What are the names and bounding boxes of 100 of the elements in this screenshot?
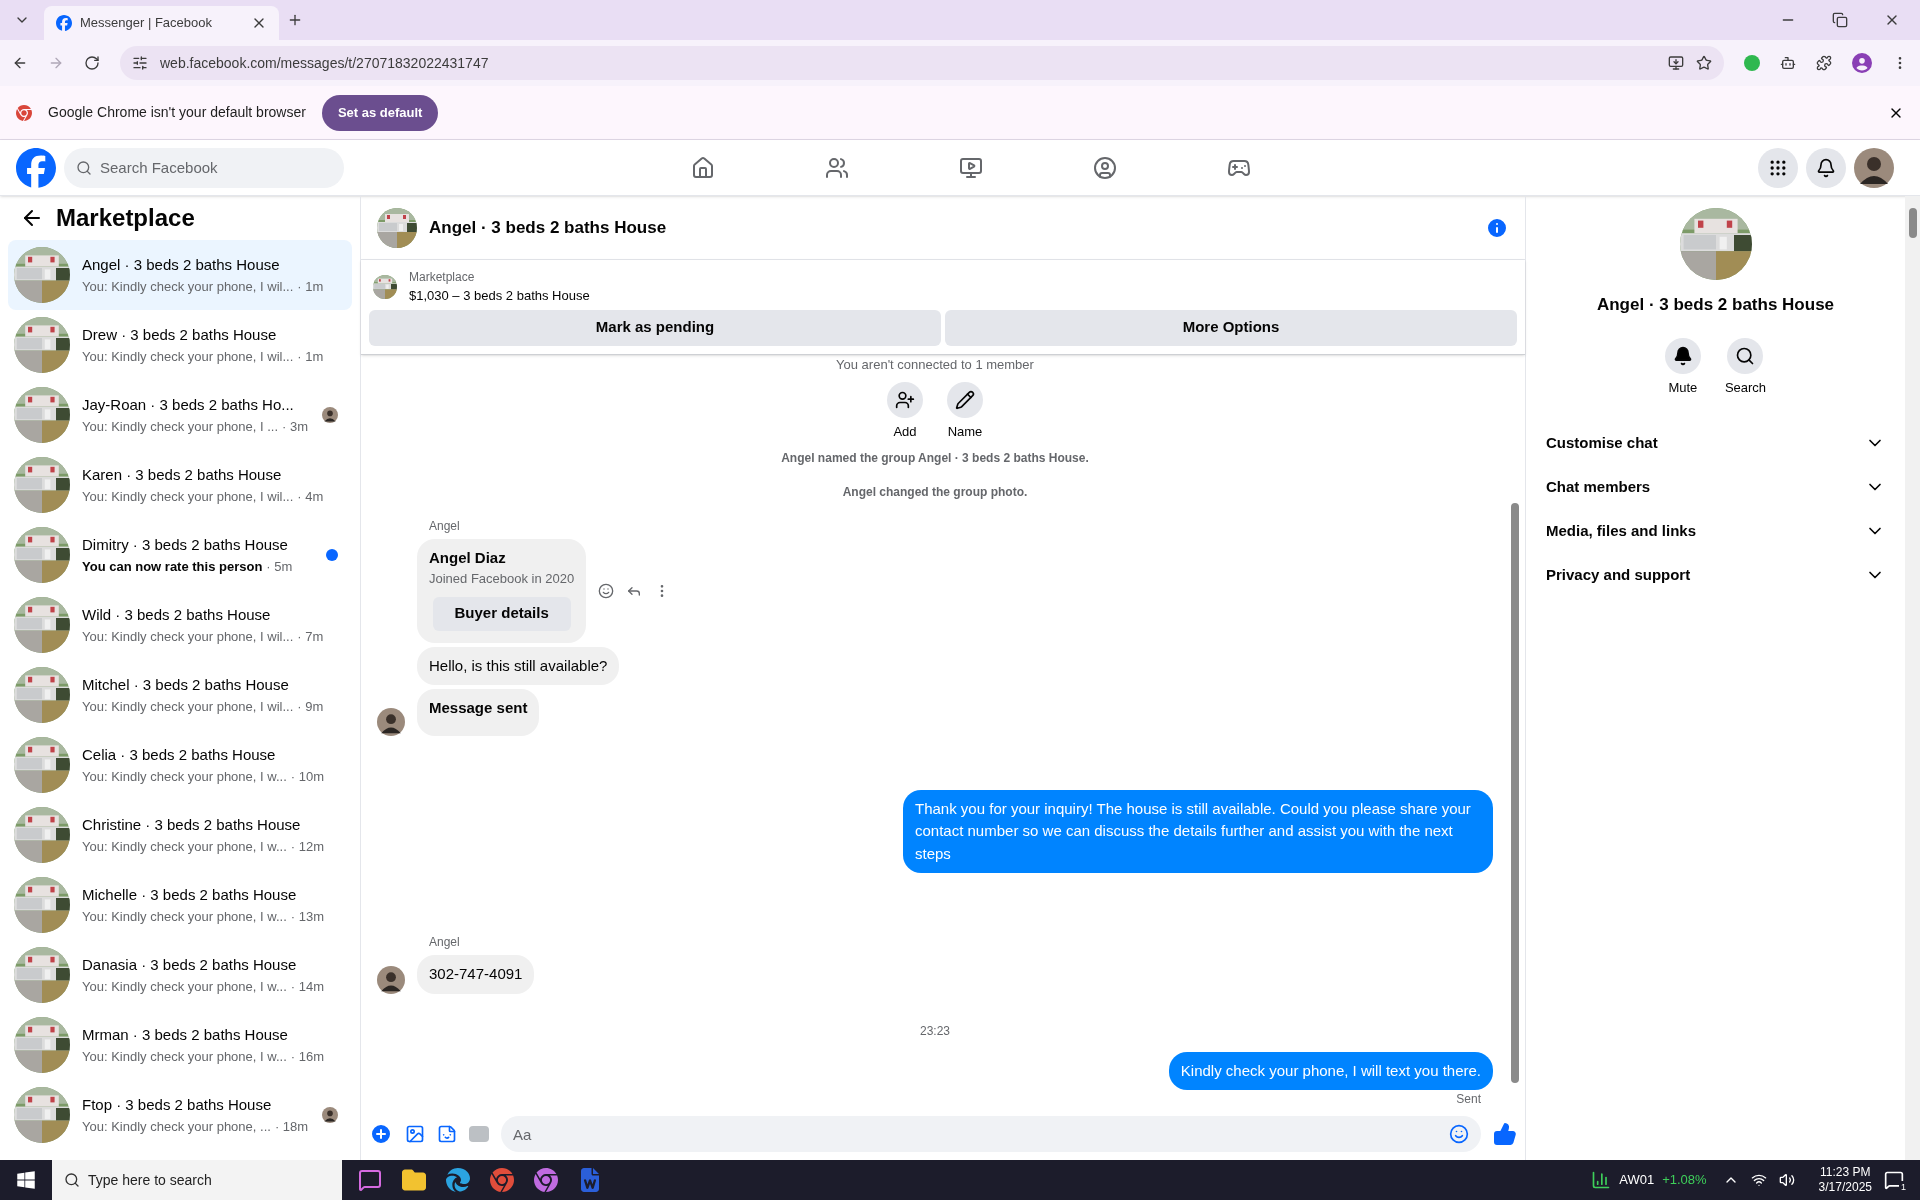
home-icon[interactable] bbox=[691, 155, 715, 180]
conversation-name: Dimitry · 3 beds 2 baths House bbox=[82, 535, 289, 555]
new-tab-icon[interactable] bbox=[287, 12, 303, 28]
profile-icon[interactable] bbox=[1852, 53, 1872, 73]
conversation-item[interactable]: Michelle · 3 beds 2 baths House You: Kindly check your phone, I w... · 13m bbox=[8, 870, 352, 940]
search-icon bbox=[76, 159, 92, 176]
listing-title: $1,030 – 3 beds 2 baths House bbox=[409, 287, 590, 305]
conversation-preview: You can now rate this person bbox=[82, 557, 263, 576]
conversation-item[interactable]: Dimitry · 3 beds 2 baths House You can now rate this person · 5m bbox=[8, 520, 352, 590]
panel-section[interactable]: Media, files and links bbox=[1538, 509, 1893, 553]
scrollbar[interactable] bbox=[1511, 503, 1519, 1083]
sender-avatar bbox=[377, 965, 405, 994]
scrollbar[interactable] bbox=[1908, 208, 1917, 238]
extensions-icon[interactable] bbox=[1816, 55, 1832, 71]
emoji-icon[interactable] bbox=[1449, 1124, 1469, 1144]
conversation-name: Christine · 3 beds 2 baths House bbox=[82, 815, 302, 835]
conversation-preview: You: Kindly check your phone, I wil... bbox=[82, 487, 294, 506]
conversation-name: Wild · 3 beds 2 baths House bbox=[82, 605, 272, 625]
chrome-icon[interactable] bbox=[490, 1168, 514, 1192]
buyer-name: Angel Diaz bbox=[429, 547, 507, 568]
listing-label: Marketplace bbox=[409, 269, 476, 286]
search-icon bbox=[1735, 345, 1756, 366]
notifications-button[interactable] bbox=[1806, 147, 1846, 188]
conversation-name: Celia · 3 beds 2 baths House bbox=[82, 745, 277, 765]
restore-icon[interactable] bbox=[1832, 12, 1848, 28]
stock-chart-icon bbox=[1591, 1170, 1612, 1190]
bell-icon bbox=[1816, 157, 1836, 178]
conversation-time: · 7m bbox=[297, 627, 324, 646]
conversation-preview: You: Kindly check your phone, I w... bbox=[82, 837, 287, 856]
message-field[interactable]: Aa bbox=[501, 1116, 1481, 1152]
conversation-item[interactable]: Karen · 3 beds 2 baths House You: Kindly check your phone, I wil... · 4m bbox=[8, 450, 352, 520]
conversation-preview: You: Kindly check your phone, I w... bbox=[82, 767, 287, 786]
browser-tab[interactable]: Messenger | Facebook bbox=[44, 6, 279, 40]
set-default-button[interactable]: Set as default bbox=[321, 94, 439, 131]
conversation-item[interactable]: Angel · 3 beds 2 baths House You: Kindly check your phone, I wil... · 1m bbox=[8, 240, 352, 310]
chat-title: Angel · 3 beds 2 baths House bbox=[429, 216, 668, 239]
friends-icon[interactable] bbox=[825, 155, 849, 180]
conversation-item[interactable]: Jay-Roan · 3 beds 2 baths Ho... You: Kindly check your phone, I ... · 3m bbox=[8, 380, 352, 450]
install-icon[interactable] bbox=[1668, 55, 1684, 71]
connection-notice: You aren't connected to 1 member bbox=[836, 355, 1034, 374]
menu-button[interactable] bbox=[1758, 147, 1798, 188]
search-field[interactable]: Search Facebook bbox=[64, 147, 344, 188]
conversation-item[interactable]: Ftop · 3 beds 2 baths House You: Kindly check your phone, ... · 18m bbox=[8, 1080, 352, 1150]
bookmark-star-icon[interactable] bbox=[1696, 55, 1712, 71]
conversation-item[interactable]: Mrman · 3 beds 2 baths House You: Kindly check your phone, I w... · 16m bbox=[8, 1010, 352, 1080]
groups-icon[interactable] bbox=[1093, 155, 1117, 180]
pencil-icon bbox=[955, 390, 975, 410]
wifi-icon[interactable] bbox=[1750, 1172, 1767, 1188]
back-icon[interactable] bbox=[12, 55, 28, 71]
conversation-item[interactable]: Wild · 3 beds 2 baths House You: Kindly check your phone, I wil... · 7m bbox=[8, 590, 352, 660]
like-icon[interactable] bbox=[1493, 1122, 1517, 1146]
speaker-icon[interactable] bbox=[1778, 1172, 1795, 1188]
panel-section[interactable]: Chat members bbox=[1538, 465, 1893, 509]
conversation-item[interactable]: Drew · 3 beds 2 baths House You: Kindly check your phone, I wil... · 1m bbox=[8, 310, 352, 380]
chrome-icon[interactable] bbox=[534, 1168, 558, 1192]
panel-section[interactable]: Privacy and support bbox=[1538, 553, 1893, 597]
taskbar-search-field[interactable]: Type here to search bbox=[52, 1160, 342, 1200]
conversation-time: · 3m bbox=[282, 417, 309, 436]
conversation-item[interactable]: Christine · 3 beds 2 baths House You: Kindly check your phone, I w... · 12m bbox=[8, 800, 352, 870]
sticker-icon[interactable] bbox=[437, 1124, 457, 1144]
emoji-icon[interactable] bbox=[598, 582, 615, 599]
facebook-logo-icon[interactable] bbox=[16, 147, 56, 188]
conversation-time: · 9m bbox=[297, 697, 324, 716]
chrome-icon bbox=[16, 104, 32, 121]
image-icon[interactable] bbox=[405, 1124, 425, 1144]
robot-icon[interactable] bbox=[1780, 55, 1796, 71]
address-bar[interactable]: web.facebook.com/messages/t/27071832022431747 bbox=[120, 46, 1724, 80]
windows-start-icon[interactable] bbox=[16, 1170, 36, 1190]
conversation-time: · 1m bbox=[297, 277, 324, 296]
conversation-item[interactable]: Mitchel · 3 beds 2 baths House You: Kindly check your phone, I wil... · 9m bbox=[8, 660, 352, 730]
conversation-name: Mitchel · 3 beds 2 baths House bbox=[82, 675, 290, 695]
video-icon[interactable] bbox=[959, 155, 983, 180]
conversation-name: Ftop · 3 beds 2 baths House bbox=[82, 1095, 273, 1115]
conversation-preview: You: Kindly check your phone, I w... bbox=[82, 977, 287, 996]
infobar-message: Google Chrome isn't your default browser bbox=[48, 103, 306, 122]
conversation-item[interactable]: Celia · 3 beds 2 baths House You: Kindly check your phone, I w... · 10m bbox=[8, 730, 352, 800]
conversation-preview: You: Kindly check your phone, ... bbox=[82, 1117, 271, 1136]
edge-icon[interactable] bbox=[446, 1168, 470, 1192]
conversation-time: · 4m bbox=[297, 487, 324, 506]
conversation-item[interactable]: Danasia · 3 beds 2 baths House You: Kindly check your phone, I w... · 14m bbox=[8, 940, 352, 1010]
panel-section[interactable]: Customise chat bbox=[1538, 421, 1893, 465]
outgoing-message: Thank you for your inquiry! The house is still available. Could you please share your contact number so we can discuss the details further and assist you with the next steps bbox=[903, 789, 1493, 873]
sender-name: Angel bbox=[429, 934, 461, 951]
clock-date: 3/17/2025 bbox=[1818, 1180, 1872, 1195]
conversation-time: · 1m bbox=[297, 347, 324, 366]
folder-icon[interactable] bbox=[402, 1168, 426, 1192]
listing-action-button[interactable]: More Options bbox=[945, 309, 1517, 346]
plus-icon[interactable] bbox=[369, 1122, 393, 1146]
conversation-time: · 16m bbox=[290, 1047, 324, 1066]
buyer-details-button[interactable]: Buyer details bbox=[432, 596, 571, 631]
word-icon[interactable] bbox=[578, 1168, 602, 1192]
notifications-icon[interactable] bbox=[1884, 1170, 1904, 1190]
listing-action-button[interactable]: Mark as pending bbox=[369, 309, 941, 346]
reload-icon[interactable] bbox=[84, 55, 100, 71]
conversation-preview: You: Kindly check your phone, I w... bbox=[82, 1047, 287, 1066]
seen-avatar bbox=[322, 1107, 338, 1123]
clock-time: 11:23 PM bbox=[1820, 1165, 1871, 1180]
conversation-time: · 5m bbox=[266, 557, 293, 576]
stock-change: +1.08% bbox=[1662, 1171, 1707, 1190]
add-person-icon bbox=[895, 390, 915, 410]
